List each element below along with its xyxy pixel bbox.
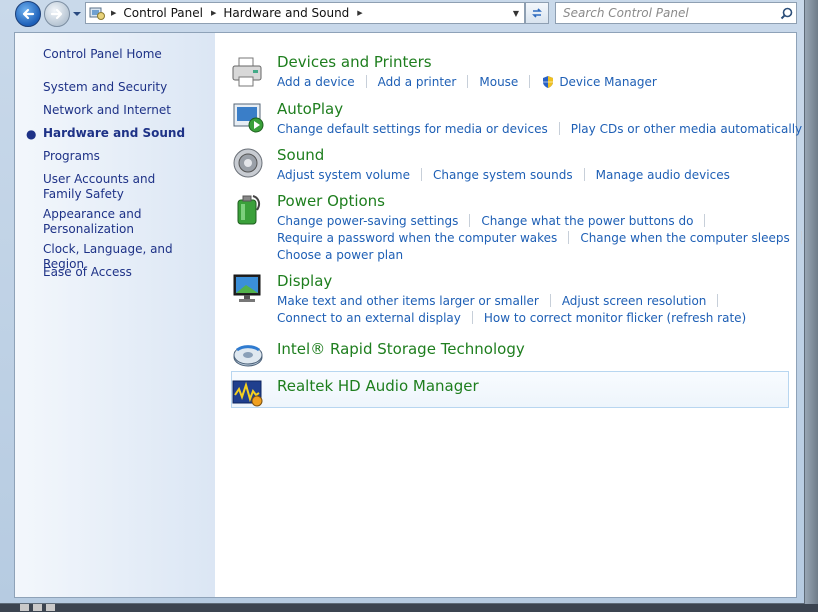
link-separator	[467, 75, 469, 88]
refresh-button[interactable]	[525, 2, 549, 24]
change-power-saving-settings-link[interactable]: Change power-saving settings	[277, 214, 458, 228]
content-pane: Control Panel Home System and Security N…	[14, 32, 802, 598]
link-separator	[568, 231, 570, 244]
address-bar[interactable]: ▶ Control Panel ▶ Hardware and Sound ▶ ▼	[85, 2, 525, 24]
sidebar-item-user-accounts[interactable]: User Accounts and Family Safety	[43, 172, 193, 202]
mouse-link[interactable]: Mouse	[479, 75, 518, 89]
speaker-icon	[233, 148, 263, 178]
sidebar-item-system-and-security[interactable]: System and Security	[43, 80, 213, 95]
sound-title[interactable]: Sound	[277, 146, 324, 164]
autoplay-icon	[233, 103, 264, 133]
link-separator	[704, 214, 706, 227]
correct-monitor-flicker-link[interactable]: How to correct monitor flicker (refresh …	[484, 311, 746, 325]
audio-manager-icon	[232, 380, 263, 407]
make-text-larger-link[interactable]: Make text and other items larger or smal…	[277, 294, 539, 308]
link-separator	[529, 75, 531, 88]
display-links: Make text and other items larger or smal…	[277, 292, 746, 326]
taskbar-item-icon[interactable]	[20, 604, 29, 611]
sound-links: Adjust system volume Change system sound…	[277, 166, 730, 183]
device-manager-link[interactable]: Device Manager	[559, 75, 656, 89]
add-a-printer-link[interactable]: Add a printer	[378, 75, 457, 89]
sidebar-item-hardware-and-sound[interactable]: Hardware and Sound	[43, 126, 213, 141]
link-separator	[471, 311, 473, 324]
breadcrumb-separator-icon[interactable]: ▶	[357, 9, 362, 17]
active-item-bullet-icon: ●	[26, 127, 37, 141]
printer-icon	[232, 57, 262, 87]
desktop-background-edge	[805, 0, 818, 612]
taskbar-edge	[0, 604, 818, 612]
link-separator	[583, 168, 585, 181]
change-default-media-settings-link[interactable]: Change default settings for media or dev…	[277, 122, 548, 136]
monitor-icon	[233, 274, 261, 302]
adjust-screen-resolution-link[interactable]: Adjust screen resolution	[562, 294, 707, 308]
adjust-system-volume-link[interactable]: Adjust system volume	[277, 168, 410, 182]
taskbar-item-icon[interactable]	[33, 604, 42, 611]
sidebar-item-appearance[interactable]: Appearance and Personalization	[43, 207, 163, 237]
play-cds-automatically-link[interactable]: Play CDs or other media automatically	[571, 122, 802, 136]
search-icon[interactable]	[776, 7, 796, 20]
intel-rapid-storage-title[interactable]: Intel® Rapid Storage Technology	[277, 340, 525, 358]
storage-icon	[233, 345, 263, 367]
navigation-bar: ▶ Control Panel ▶ Hardware and Sound ▶ ▼	[0, 0, 805, 30]
link-separator	[800, 231, 802, 244]
refresh-icon	[532, 8, 542, 18]
back-button[interactable]	[15, 1, 41, 27]
choose-power-plan-link[interactable]: Choose a power plan	[277, 248, 403, 262]
breadcrumb-separator-icon: ▶	[111, 9, 117, 17]
control-panel-icon	[87, 3, 107, 23]
sidebar-item-programs[interactable]: Programs	[43, 149, 213, 164]
power-options-title[interactable]: Power Options	[277, 192, 385, 210]
search-input[interactable]	[556, 3, 776, 23]
arrow-right-icon	[50, 8, 63, 20]
link-separator	[420, 168, 422, 181]
link-separator	[469, 214, 471, 227]
arrow-left-icon	[22, 8, 35, 20]
breadcrumb-control-panel[interactable]: Control Panel	[123, 6, 203, 20]
power-options-links: Change power-saving settings Change what…	[277, 212, 813, 263]
sidebar-item-ease-of-access[interactable]: Ease of Access	[43, 265, 213, 280]
add-a-device-link[interactable]: Add a device	[277, 75, 355, 89]
taskbar-icons	[20, 604, 55, 612]
taskbar-item-icon[interactable]	[46, 604, 55, 611]
devices-and-printers-title[interactable]: Devices and Printers	[277, 53, 432, 71]
uac-shield-icon	[543, 75, 554, 88]
link-separator	[549, 294, 551, 307]
recent-pages-dropdown-icon[interactable]	[72, 9, 82, 19]
control-panel-window: ▶ Control Panel ▶ Hardware and Sound ▶ ▼…	[0, 0, 805, 604]
battery-icon	[237, 195, 261, 225]
search-box[interactable]	[555, 2, 797, 24]
sidebar-item-control-panel-home[interactable]: Control Panel Home	[43, 47, 213, 62]
autoplay-title[interactable]: AutoPlay	[277, 100, 343, 118]
change-system-sounds-link[interactable]: Change system sounds	[433, 168, 573, 182]
manage-audio-devices-link[interactable]: Manage audio devices	[596, 168, 730, 182]
realtek-audio-manager-title[interactable]: Realtek HD Audio Manager	[277, 377, 479, 395]
breadcrumb-separator-icon[interactable]: ▶	[211, 9, 216, 17]
autoplay-links: Change default settings for media or dev…	[277, 120, 802, 137]
address-history-dropdown-icon[interactable]: ▼	[513, 9, 519, 18]
link-separator	[558, 122, 560, 135]
change-sleep-time-link[interactable]: Change when the computer sleeps	[580, 231, 789, 245]
forward-button[interactable]	[44, 1, 70, 27]
display-title[interactable]: Display	[277, 272, 332, 290]
change-power-buttons-link[interactable]: Change what the power buttons do	[481, 214, 693, 228]
main-panel: Devices and Printers Add a device Add a …	[231, 33, 802, 597]
sidebar: Control Panel Home System and Security N…	[15, 33, 215, 597]
link-separator	[365, 75, 367, 88]
devices-and-printers-links: Add a device Add a printer Mouse Device …	[277, 73, 657, 90]
link-separator	[717, 294, 719, 307]
breadcrumb-hardware-and-sound[interactable]: Hardware and Sound	[223, 6, 349, 20]
require-password-on-wake-link[interactable]: Require a password when the computer wak…	[277, 231, 557, 245]
connect-external-display-link[interactable]: Connect to an external display	[277, 311, 461, 325]
sidebar-item-network-and-internet[interactable]: Network and Internet	[43, 103, 213, 118]
